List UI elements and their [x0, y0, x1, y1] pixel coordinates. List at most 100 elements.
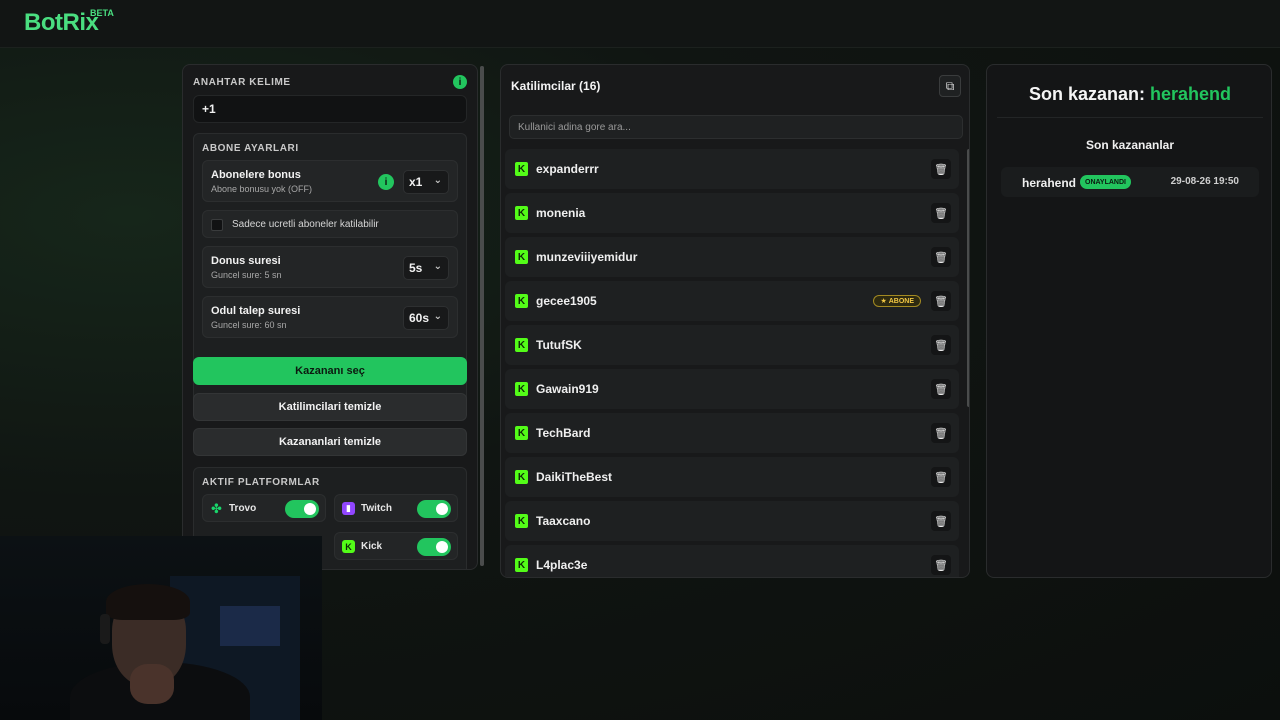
- kick-icon: K: [515, 558, 528, 572]
- trash-icon[interactable]: 🗑: [931, 423, 951, 443]
- kick-icon: K: [515, 250, 528, 264]
- participant-name: L4plac3e: [536, 558, 588, 572]
- copy-icon[interactable]: ⧉: [939, 75, 961, 97]
- winner-name: herahend: [1022, 176, 1077, 190]
- participant-name: munzeviiiyemidur: [536, 250, 638, 264]
- settings-scrollbar-thumb[interactable]: [480, 66, 484, 566]
- twitch-toggle[interactable]: [417, 500, 451, 518]
- beta-badge: BETA: [90, 8, 114, 18]
- settings-panel: ANAHTAR KELIME i +1 ABONE AYARLARI Abone…: [182, 64, 478, 570]
- chevron-down-icon: ⌄: [433, 175, 442, 186]
- list-item[interactable]: K gecee1905 ★ ABONE 🗑: [505, 281, 959, 321]
- winners-panel: Son kazanan: herahend Son kazananlar her…: [986, 64, 1272, 578]
- top-bar: BotRix BETA: [0, 0, 1280, 48]
- trash-icon[interactable]: 🗑: [931, 159, 951, 179]
- bonus-info-icon[interactable]: i: [378, 174, 394, 190]
- claim-time-row: Odul talep suresi Guncel sure: 60 sn 60s…: [202, 296, 458, 338]
- participants-panel: Katilimcilar (16) ⧉ Kullanici adina gore…: [500, 64, 970, 578]
- settings-scrollbar[interactable]: [480, 66, 484, 566]
- return-time-title: Donus suresi: [211, 255, 281, 267]
- trovo-toggle[interactable]: [285, 500, 319, 518]
- trash-icon[interactable]: 🗑: [931, 291, 951, 311]
- participant-name: TutufSK: [536, 338, 582, 352]
- kick-icon: K: [515, 338, 528, 352]
- paid-only-row[interactable]: Sadece ucretli aboneler katilabilir: [202, 210, 458, 238]
- claim-time-select[interactable]: 60s ⌄: [403, 306, 449, 330]
- kick-icon: K: [515, 382, 528, 396]
- subscriber-bonus-row: Abonelere bonus Abone bonusu yok (OFF) i…: [202, 160, 458, 202]
- participant-name: gecee1905: [536, 294, 597, 308]
- last-winner-name: herahend: [1150, 84, 1232, 104]
- clear-participants-button[interactable]: Katilimcilari temizle: [193, 393, 467, 421]
- toggle-knob: [304, 503, 316, 515]
- subscriber-bonus-title: Abonelere bonus: [211, 169, 301, 181]
- chevron-down-icon: ⌄: [433, 311, 442, 322]
- list-item[interactable]: K DaikiTheBest 🗑: [505, 457, 959, 497]
- subscriber-badge-label: ABONE: [888, 297, 914, 305]
- kick-toggle[interactable]: [417, 538, 451, 556]
- claim-time-title: Odul talep suresi: [211, 305, 301, 317]
- participant-search-input[interactable]: Kullanici adina gore ara...: [509, 115, 963, 139]
- clear-winners-button[interactable]: Kazananlari temizle: [193, 428, 467, 456]
- trash-icon[interactable]: 🗑: [931, 247, 951, 267]
- participant-name: DaikiTheBest: [536, 470, 613, 484]
- return-time-sub: Guncel sure: 5 sn: [211, 270, 282, 280]
- trash-icon[interactable]: 🗑: [931, 511, 951, 531]
- subscriber-badge: ★ ABONE: [873, 295, 921, 307]
- paid-only-checkbox[interactable]: [211, 219, 223, 231]
- participant-name: Taaxcano: [536, 514, 591, 528]
- list-item[interactable]: K Gawain919 🗑: [505, 369, 959, 409]
- bonus-multiplier-select[interactable]: x1 ⌄: [403, 170, 449, 194]
- platform-name: Trovo: [229, 503, 257, 514]
- subscriber-settings-label: ABONE AYARLARI: [202, 143, 299, 154]
- kick-icon: K: [515, 206, 528, 220]
- toggle-knob: [436, 503, 448, 515]
- webcam-overlay: [0, 536, 322, 720]
- participant-name: TechBard: [536, 426, 591, 440]
- list-item[interactable]: K TutufSK 🗑: [505, 325, 959, 365]
- webcam-background-light: [220, 606, 280, 646]
- list-item[interactable]: K munzeviiiyemidur 🗑: [505, 237, 959, 277]
- pick-winner-button[interactable]: Kazananı seç: [193, 357, 467, 385]
- last-winner-label: Son kazanan:: [1028, 84, 1145, 104]
- return-time-row: Donus suresi Guncel sure: 5 sn 5s ⌄: [202, 246, 458, 288]
- status-badge: ONAYLANDI: [1080, 175, 1131, 189]
- claim-time-value: 60s: [409, 311, 430, 325]
- list-item[interactable]: K Taaxcano 🗑: [505, 501, 959, 541]
- list-item[interactable]: K L4plac3e 🗑: [505, 545, 959, 577]
- active-platforms-label: AKTIF PLATFORMLAR: [202, 477, 320, 488]
- last-winner-heading: Son kazanan: herahend: [987, 84, 1273, 105]
- platform-kick: K Kick: [334, 532, 458, 560]
- participant-name: expanderrr: [536, 162, 599, 176]
- kick-icon: K: [515, 470, 528, 484]
- kick-icon: K: [515, 294, 528, 308]
- winners-list-title: Son kazananlar: [1085, 138, 1175, 152]
- claim-time-sub: Guncel sure: 60 sn: [211, 320, 287, 330]
- platform-name: Kick: [361, 541, 383, 552]
- toggle-knob: [436, 541, 448, 553]
- return-time-select[interactable]: 5s ⌄: [403, 256, 449, 280]
- keyword-info-icon[interactable]: i: [453, 75, 467, 89]
- list-item[interactable]: K expanderrr 🗑: [505, 149, 959, 189]
- trash-icon[interactable]: 🗑: [931, 379, 951, 399]
- list-item[interactable]: K TechBard 🗑: [505, 413, 959, 453]
- trash-icon[interactable]: 🗑: [931, 335, 951, 355]
- trash-icon[interactable]: 🗑: [931, 555, 951, 575]
- return-time-value: 5s: [409, 261, 423, 275]
- webcam-person-hand: [130, 664, 174, 704]
- trash-icon[interactable]: 🗑: [931, 203, 951, 223]
- participant-name: Gawain919: [536, 382, 599, 396]
- twitch-icon: ▮: [342, 502, 355, 515]
- subscriber-bonus-sub: Abone bonusu yok (OFF): [211, 184, 313, 194]
- divider: [997, 117, 1263, 118]
- headset-icon: [100, 614, 110, 644]
- botrix-logo[interactable]: BotRix: [24, 9, 99, 37]
- platform-name: Twitch: [361, 503, 392, 514]
- list-item[interactable]: K monenia 🗑: [505, 193, 959, 233]
- kick-icon: K: [342, 540, 355, 553]
- keyword-input[interactable]: +1: [193, 95, 467, 123]
- kick-icon: K: [515, 514, 528, 528]
- kick-icon: K: [515, 426, 528, 440]
- participants-scrollbar[interactable]: [967, 149, 969, 407]
- trash-icon[interactable]: 🗑: [931, 467, 951, 487]
